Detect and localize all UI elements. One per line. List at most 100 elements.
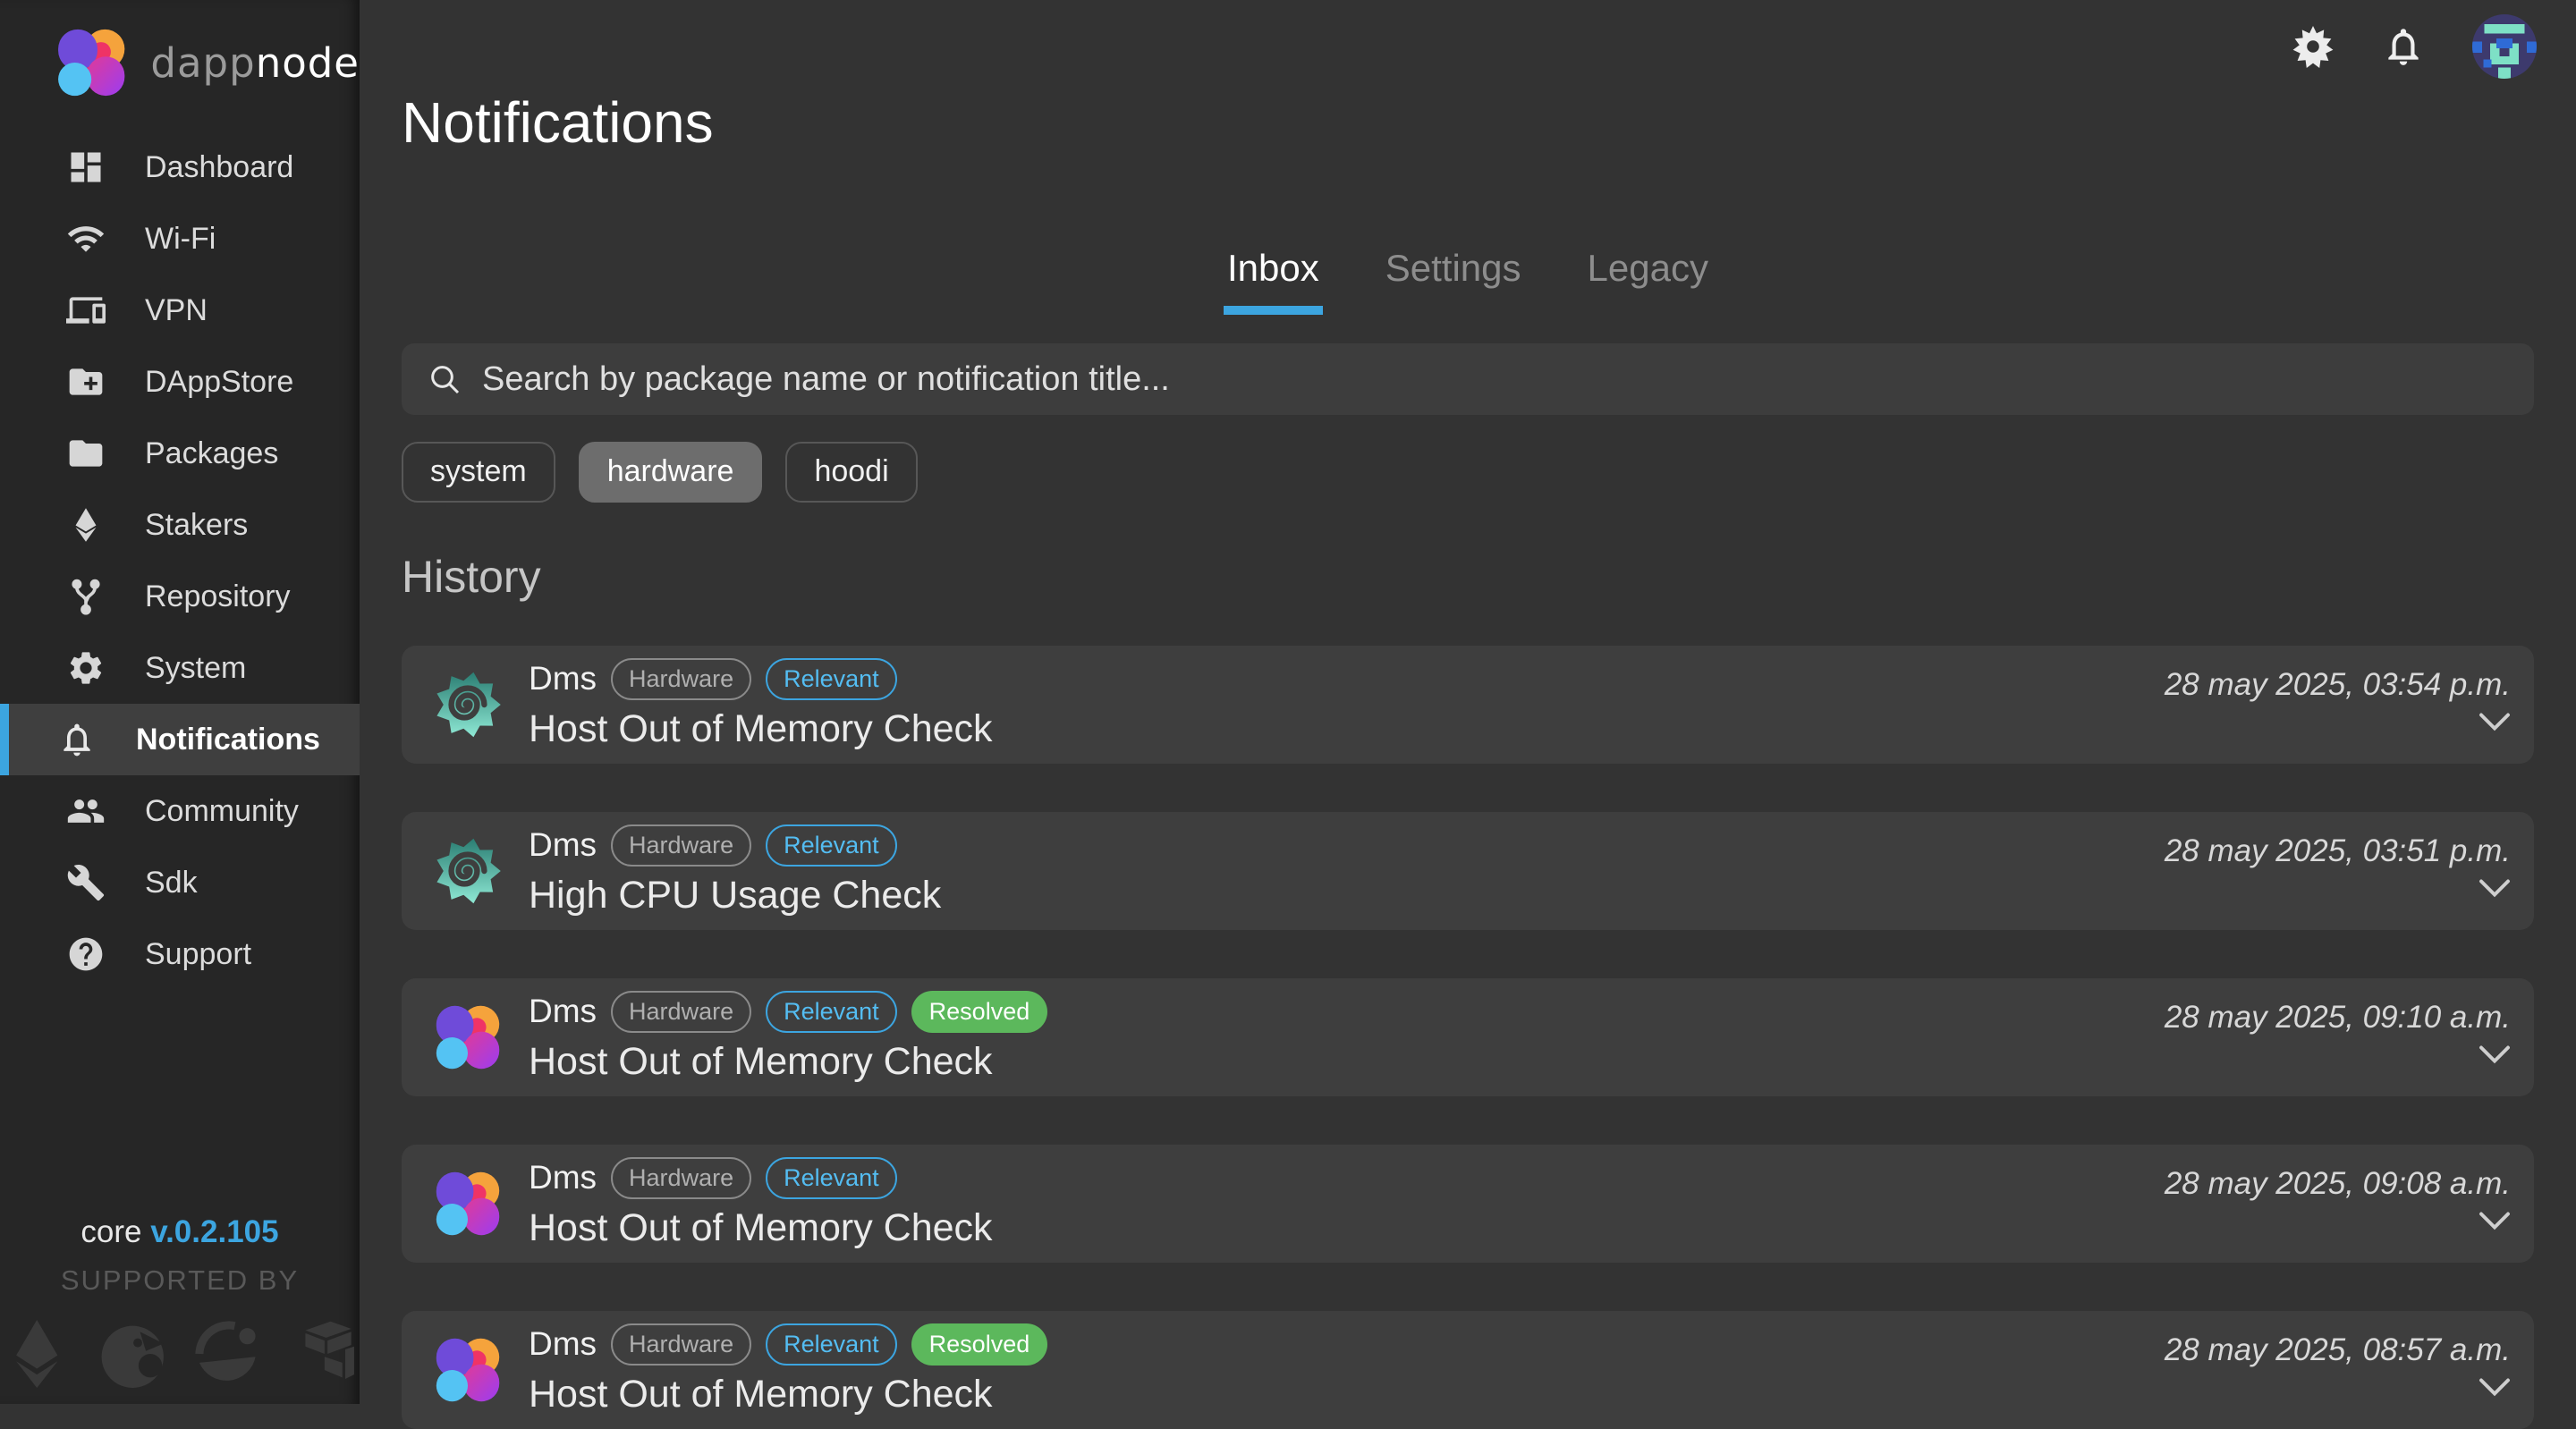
gear-icon xyxy=(66,648,106,688)
chevron-down-icon[interactable] xyxy=(2479,1211,2511,1230)
bell-icon xyxy=(57,720,97,759)
sidebar-item-label: DAppStore xyxy=(145,365,293,400)
sidebar-item-system[interactable]: System xyxy=(0,632,360,704)
sidebar-item-repository[interactable]: Repository xyxy=(0,561,360,632)
notification-card[interactable]: Dms Hardware Relevant Host Out of Memory… xyxy=(402,646,2534,764)
people-icon xyxy=(66,791,106,831)
chevron-down-icon[interactable] xyxy=(2479,878,2511,898)
sidebar-item-packages[interactable]: Packages xyxy=(0,418,360,489)
supported-by-label: SUPPORTED BY xyxy=(0,1264,360,1297)
notification-title: Host Out of Memory Check xyxy=(529,1373,1047,1416)
sidebar-item-label: System xyxy=(145,651,246,686)
sidebar-item-dashboard[interactable]: Dashboard xyxy=(0,131,360,203)
bricks-partner-icon[interactable] xyxy=(286,1316,360,1391)
notifications-bell-icon[interactable] xyxy=(2381,24,2426,69)
sidebar-item-vpn[interactable]: VPN xyxy=(0,275,360,346)
category-badge: Hardware xyxy=(611,658,751,700)
notification-title: Host Out of Memory Check xyxy=(529,1040,1047,1084)
notification-info: Dms Hardware Relevant Resolved Host Out … xyxy=(529,991,1047,1084)
chevron-down-icon[interactable] xyxy=(2479,712,2511,731)
notification-timestamp: 28 may 2025, 08:57 a.m. xyxy=(2165,1332,2511,1368)
sidebar-item-label: Sdk xyxy=(145,866,198,901)
notification-source: Dms xyxy=(529,826,597,864)
partner-logos xyxy=(0,1316,360,1391)
sidebar-item-label: Repository xyxy=(145,579,291,614)
sidebar-item-label: Notifications xyxy=(136,723,320,757)
dappnode-wordmark: dappnode xyxy=(150,39,360,87)
devices-icon xyxy=(66,291,106,330)
user-avatar[interactable] xyxy=(2472,14,2537,79)
sidebar-item-dappstore[interactable]: DAppStore xyxy=(0,346,360,418)
search-input[interactable] xyxy=(480,359,2509,400)
tab-legacy[interactable]: Legacy xyxy=(1584,247,1712,315)
sidebar-item-community[interactable]: Community xyxy=(0,775,360,847)
folder-icon xyxy=(66,434,106,473)
sidebar-item-label: Wi-Fi xyxy=(145,222,216,257)
filter-chip-system[interactable]: system xyxy=(402,442,555,502)
notification-timestamp: 28 may 2025, 09:08 a.m. xyxy=(2165,1166,2511,1202)
sidebar-item-label: VPN xyxy=(145,293,208,328)
core-version-link[interactable]: v.0.2.105 xyxy=(150,1214,278,1249)
sidebar-item-label: Stakers xyxy=(145,508,248,543)
category-badge: Hardware xyxy=(611,1157,751,1199)
chevron-down-icon[interactable] xyxy=(2479,1377,2511,1397)
filter-chip-hoodi[interactable]: hoodi xyxy=(785,442,917,502)
notification-timestamp: 28 may 2025, 03:51 p.m. xyxy=(2165,833,2511,869)
ethereum-partner-icon[interactable] xyxy=(0,1316,74,1391)
notification-list: Dms Hardware Relevant Host Out of Memory… xyxy=(402,646,2534,1429)
wordmark-dapp: dapp xyxy=(150,39,255,87)
notification-source: Dms xyxy=(529,1159,597,1196)
relevance-badge: Relevant xyxy=(766,991,897,1033)
filter-chips: system hardware hoodi xyxy=(402,442,2534,502)
core-version-line: core v.0.2.105 xyxy=(0,1214,360,1250)
tab-inbox[interactable]: Inbox xyxy=(1224,247,1323,315)
sidebar-item-notifications[interactable]: Notifications xyxy=(0,704,360,775)
gnosis-partner-icon[interactable] xyxy=(191,1316,265,1391)
topbar-icons xyxy=(2292,14,2537,79)
notification-title: Host Out of Memory Check xyxy=(529,707,993,751)
sidebar: dappnode Dashboard Wi-Fi VPN DAppStore P… xyxy=(0,0,360,1404)
ethereum-icon xyxy=(66,505,106,545)
sidebar-item-support[interactable]: Support xyxy=(0,918,360,990)
filter-chip-hardware[interactable]: hardware xyxy=(579,442,763,502)
notification-info: Dms Hardware Relevant Resolved Host Out … xyxy=(529,1323,1047,1416)
tab-settings[interactable]: Settings xyxy=(1382,247,1525,315)
history-section-title: History xyxy=(402,551,2534,603)
sidebar-nav: Dashboard Wi-Fi VPN DAppStore Packages S… xyxy=(0,131,360,990)
category-badge: Hardware xyxy=(611,824,751,867)
theme-sun-icon[interactable] xyxy=(2292,25,2334,68)
sidebar-item-label: Dashboard xyxy=(145,150,293,185)
branch-icon xyxy=(66,577,106,616)
dappnode-package-icon xyxy=(432,1334,504,1406)
sidebar-item-sdk[interactable]: Sdk xyxy=(0,847,360,918)
bird-partner-icon[interactable] xyxy=(96,1316,170,1391)
relevance-badge: Relevant xyxy=(766,1157,897,1199)
dappnode-package-icon xyxy=(432,1002,504,1073)
chevron-down-icon[interactable] xyxy=(2479,1044,2511,1064)
sidebar-item-label: Support xyxy=(145,937,251,972)
relevance-badge: Relevant xyxy=(766,1323,897,1366)
dappnode-logo-icon xyxy=(54,21,129,104)
category-badge: Hardware xyxy=(611,991,751,1033)
notification-source: Dms xyxy=(529,1325,597,1363)
notification-card[interactable]: Dms Hardware Relevant High CPU Usage Che… xyxy=(402,812,2534,930)
notification-card[interactable]: Dms Hardware Relevant Host Out of Memory… xyxy=(402,1145,2534,1263)
wordmark-node: node xyxy=(256,39,360,87)
main-content: Notifications Inbox Settings Legacy syst… xyxy=(360,0,2576,1404)
notification-info: Dms Hardware Relevant High CPU Usage Che… xyxy=(529,824,941,917)
notification-card[interactable]: Dms Hardware Relevant Resolved Host Out … xyxy=(402,978,2534,1096)
sidebar-item-stakers[interactable]: Stakers xyxy=(0,489,360,561)
wrench-icon xyxy=(66,863,106,902)
help-icon xyxy=(66,934,106,974)
category-badge: Hardware xyxy=(611,1323,751,1366)
notification-info: Dms Hardware Relevant Host Out of Memory… xyxy=(529,658,993,751)
notification-card[interactable]: Dms Hardware Relevant Resolved Host Out … xyxy=(402,1311,2534,1429)
notification-source: Dms xyxy=(529,993,597,1030)
search-bar[interactable] xyxy=(402,343,2534,415)
relevance-badge: Relevant xyxy=(766,824,897,867)
tabs: Inbox Settings Legacy xyxy=(402,247,2534,315)
resolved-badge: Resolved xyxy=(911,1323,1048,1366)
sidebar-item-wifi[interactable]: Wi-Fi xyxy=(0,203,360,275)
dappnode-logo[interactable]: dappnode xyxy=(0,0,360,104)
wifi-icon xyxy=(66,219,106,258)
